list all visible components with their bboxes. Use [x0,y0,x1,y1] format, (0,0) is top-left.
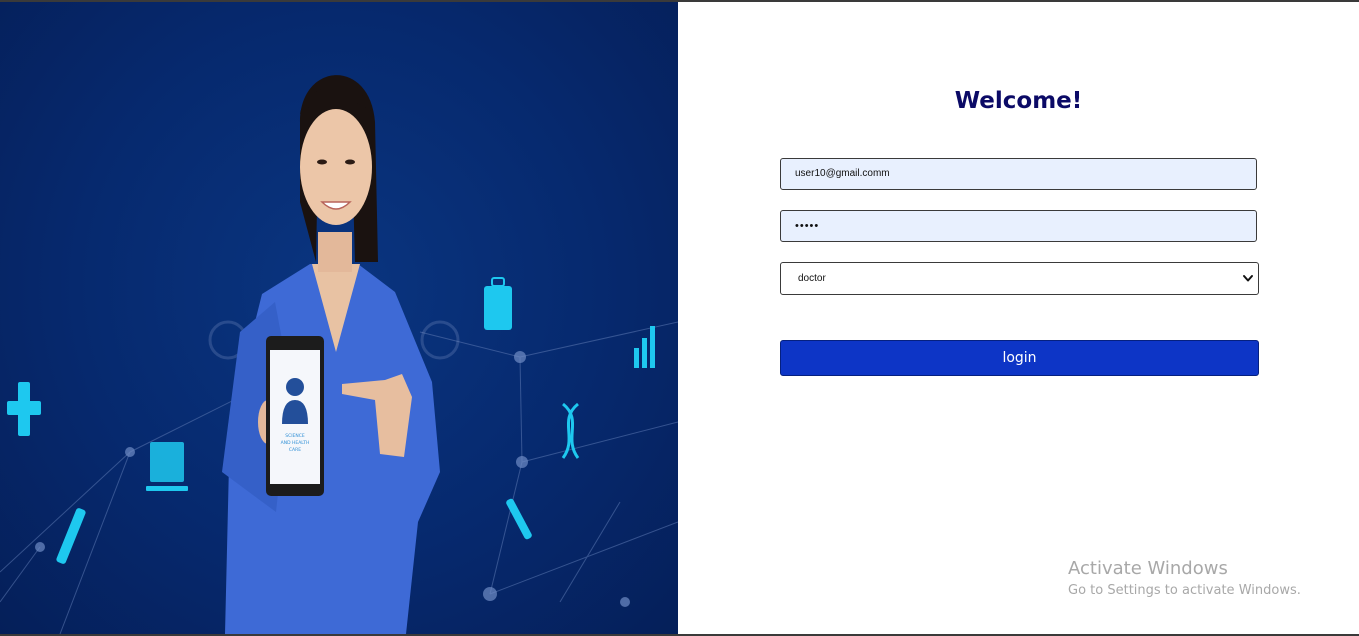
login-panel: Welcome! user10@gmail.comm ••••• doctor … [678,2,1359,634]
role-select[interactable]: doctor [780,262,1259,295]
nurse-figure [222,75,440,634]
watermark-subtitle: Go to Settings to activate Windows. [1068,583,1301,598]
role-select-value: doctor [798,273,826,284]
svg-text:CARE: CARE [289,447,301,453]
password-input[interactable]: ••••• [780,210,1257,242]
watermark-title: Activate Windows [1068,558,1228,579]
email-input[interactable]: user10@gmail.comm [780,158,1257,190]
welcome-heading: Welcome! [954,88,1083,114]
svg-text:SCIENCE: SCIENCE [285,433,305,439]
activate-windows-watermark: Activate Windows Go to Settings to activ… [1068,558,1301,601]
svg-text:AND HEALTH: AND HEALTH [281,440,310,446]
login-button[interactable]: login [780,340,1259,376]
chevron-down-icon [1243,275,1253,282]
hero-image: SCIENCE AND HEALTH CARE [0,2,678,634]
